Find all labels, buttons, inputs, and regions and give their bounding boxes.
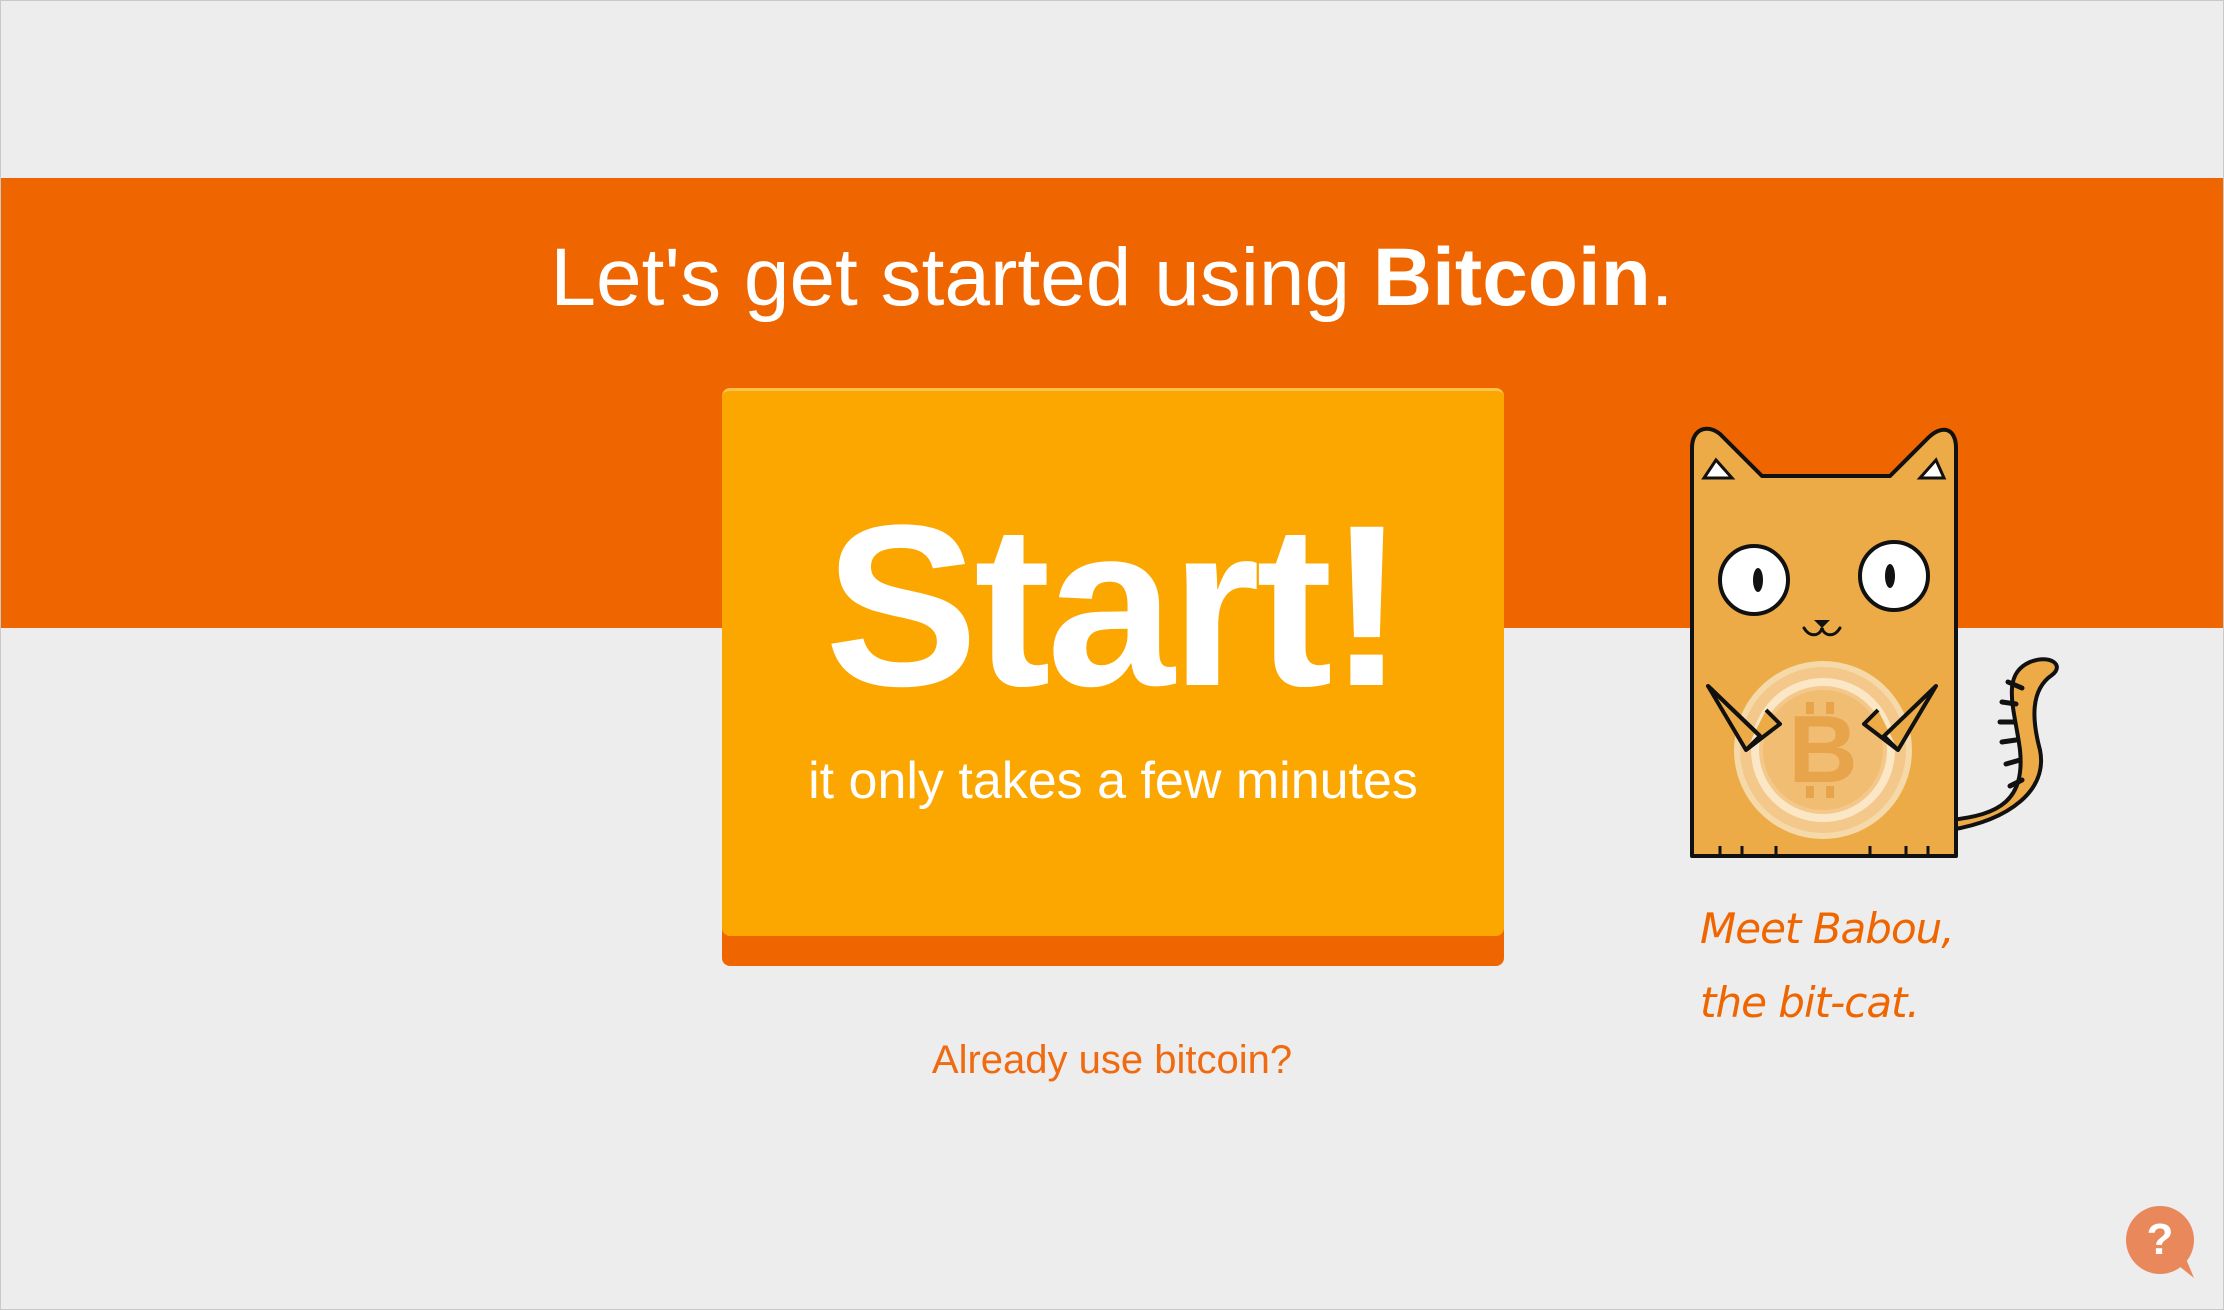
page-headline: Let's get started using Bitcoin. [0, 228, 2224, 328]
svg-text:?: ? [2147, 1215, 2174, 1264]
headline-prefix: Let's get started using [550, 232, 1373, 323]
svg-text:B: B [1788, 696, 1857, 803]
start-button-subtitle: it only takes a few minutes [808, 752, 1418, 810]
question-mark-icon: ? [2126, 1206, 2194, 1278]
mascot-caption-line2: the bit-cat. [1700, 978, 1920, 1027]
babou-cat-illustration: B [1690, 426, 2059, 858]
help-button[interactable]: ? [2124, 1204, 2200, 1280]
bitcoin-coin-icon: B [1734, 661, 1912, 839]
cat-tail [1948, 657, 2059, 833]
already-use-bitcoin-link[interactable]: Already use bitcoin? [0, 1032, 2224, 1088]
mascot-caption: Meet Babou, the bit-cat. [1700, 892, 1960, 1040]
headline-brand: Bitcoin [1372, 232, 1651, 323]
headline-suffix: . [1650, 232, 1674, 323]
start-button[interactable]: Start! it only takes a few minutes [722, 388, 1504, 936]
start-button-label: Start! [824, 477, 1406, 734]
mascot-caption-line1: Meet Babou, [1700, 904, 1955, 953]
